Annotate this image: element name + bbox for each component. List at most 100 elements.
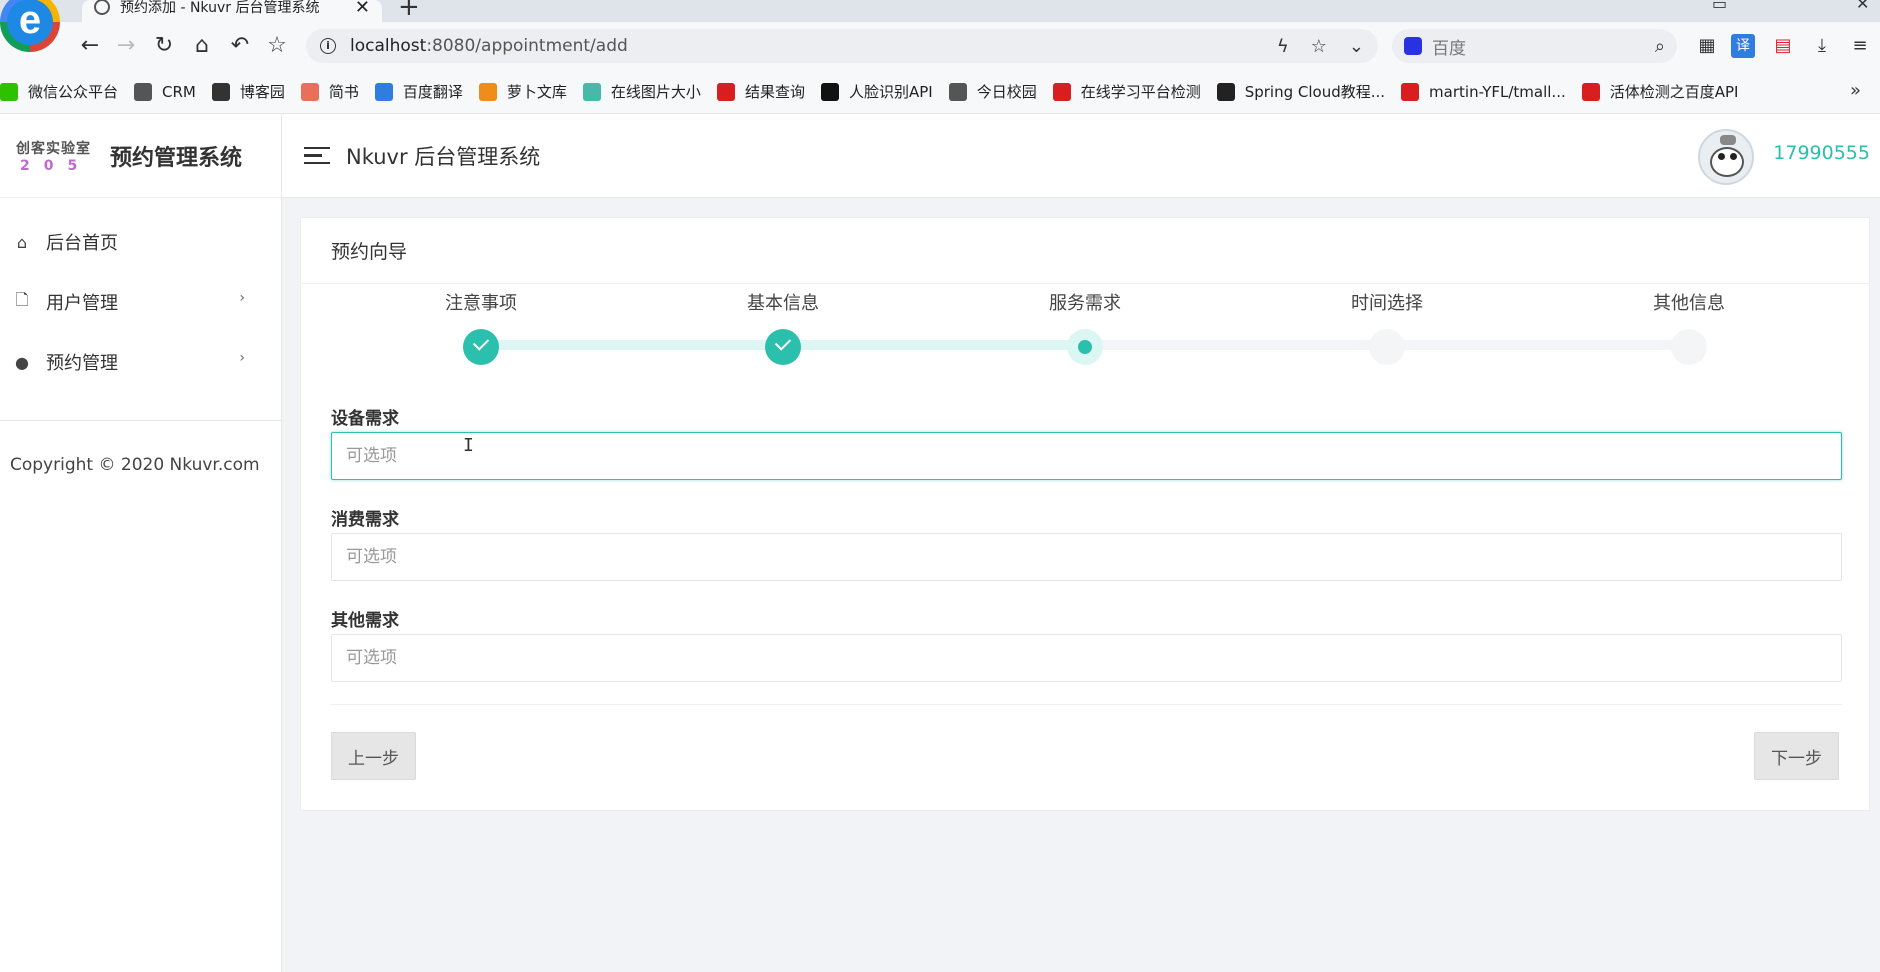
bookmark-favicon-icon	[948, 82, 967, 101]
info-icon[interactable]: i	[320, 38, 336, 54]
url-text[interactable]: localhost:8080/appointment/add	[350, 36, 1255, 56]
bookmark-item[interactable]: Spring Cloud教程...	[1216, 81, 1385, 102]
bookmark-favicon-icon	[716, 82, 735, 101]
step-dot-icon	[1067, 329, 1103, 365]
service-form: 设备需求 消费需求 其他需求	[331, 404, 1842, 707]
avatar[interactable]	[1698, 129, 1754, 185]
pdf-icon[interactable]: ▤	[1771, 34, 1795, 58]
bookmark-favicon-icon	[134, 82, 153, 101]
menu-icon[interactable]: ≡	[1848, 34, 1872, 58]
search-icon[interactable]: ⌕	[1655, 36, 1665, 57]
file-icon: 🗋	[15, 289, 29, 309]
lightning-icon[interactable]: ϟ	[1277, 36, 1289, 57]
bookmark-item[interactable]: 在线图片大小	[582, 81, 701, 102]
star-icon[interactable]: ☆	[263, 32, 291, 60]
equipment-input[interactable]	[331, 432, 1842, 480]
chevron-down-icon[interactable]: ⌄	[1349, 36, 1364, 57]
wizard-step: 基本信息	[703, 284, 863, 365]
download-icon[interactable]: ⤓	[1810, 34, 1834, 58]
step-label: 服务需求	[1049, 293, 1121, 314]
bookmark-favicon-icon	[820, 82, 839, 101]
wizard-step: 注意事项	[401, 284, 561, 365]
bookmark-item[interactable]: 萝卜文库	[478, 81, 567, 102]
undo-icon[interactable]: ↶	[226, 32, 254, 60]
brand-title: 预约管理系统	[110, 145, 243, 171]
bookmark-item[interactable]: martin-YFL/tmall...	[1401, 82, 1566, 101]
bookmark-favicon-icon	[211, 82, 230, 101]
sidebar-item-label: 后台首页	[46, 233, 118, 254]
sidebar-item-home[interactable]: ⌂ 后台首页	[0, 212, 281, 272]
chevron-right-icon: ›	[239, 290, 245, 306]
bookmark-item[interactable]: 今日校园	[948, 81, 1037, 102]
step-check-icon	[463, 329, 499, 365]
copyright: Copyright © 2020 Nkuvr.com	[10, 455, 260, 475]
bookmark-label: 在线图片大小	[610, 83, 701, 101]
bookmark-item[interactable]: 简书	[300, 81, 359, 102]
bookmark-star-icon[interactable]: ☆	[1311, 36, 1327, 57]
other-input[interactable]	[331, 634, 1842, 682]
bookmark-item[interactable]: 微信公众平台	[0, 81, 118, 102]
home-icon[interactable]: ⌂	[188, 32, 216, 60]
window-restore-icon[interactable]: ▭	[1712, 0, 1727, 13]
consumption-input[interactable]	[331, 533, 1842, 581]
browser-tab-strip: e 预约添加 - Nkuvr 后台管理系统 ✕ + ▭ ✕	[0, 0, 1880, 52]
address-bar[interactable]: i localhost:8080/appointment/add ϟ ☆ ⌄	[306, 29, 1378, 63]
forward-icon[interactable]: →	[112, 32, 140, 60]
bookmark-label: CRM	[162, 82, 196, 101]
bookmark-item[interactable]: 人脸识别API	[820, 81, 933, 102]
bookmark-label: 在线学习平台检测	[1080, 83, 1201, 101]
back-icon[interactable]: ←	[76, 32, 104, 60]
field-label-other: 其他需求	[331, 611, 399, 631]
bookmark-favicon-icon	[1401, 82, 1420, 101]
username-link[interactable]: 17990555	[1773, 142, 1870, 164]
new-tab-button[interactable]: +	[398, 0, 420, 22]
app-root: 创客实验室 205 预约管理系统 ⌂ 后台首页 🗋 用户管理 › ● 预约管理 …	[0, 114, 1880, 972]
browser-toolbar: ← → ↻ ⌂ ↶ ☆ i localhost:8080/appointment…	[0, 22, 1880, 70]
step-label: 注意事项	[445, 293, 517, 314]
sidebar-item-users[interactable]: 🗋 用户管理 ›	[0, 272, 281, 332]
top-navbar: Nkuvr 后台管理系统 17990555	[282, 114, 1880, 198]
browser-tab[interactable]: 预约添加 - Nkuvr 后台管理系统 ✕	[82, 0, 382, 22]
search-box[interactable]: 百度 ⌕	[1392, 29, 1677, 63]
bookmark-label: 萝卜文库	[506, 83, 567, 101]
sidebar-brand[interactable]: 创客实验室 205 预约管理系统	[0, 114, 281, 198]
bookmark-favicon-icon	[478, 82, 497, 101]
bookmark-item[interactable]: CRM	[134, 82, 196, 101]
bookmark-favicon-icon	[300, 82, 319, 101]
form-divider	[331, 704, 1842, 705]
bookmark-favicon-icon	[0, 82, 18, 101]
logo-text: 创客实验室	[16, 140, 91, 157]
bookmark-label: 活体检测之百度API	[1609, 83, 1739, 101]
previous-step-button[interactable]: 上一步	[331, 732, 416, 780]
search-placeholder: 百度	[1432, 38, 1466, 59]
sidebar-item-appointments[interactable]: ● 预约管理 ›	[0, 332, 281, 392]
palette-icon: ●	[15, 352, 29, 372]
bookmarks-overflow-icon[interactable]: »	[1850, 80, 1864, 101]
bookmark-item[interactable]: 博客园	[211, 81, 285, 102]
bookmark-label: 百度翻译	[402, 83, 463, 101]
hamburger-menu-icon[interactable]	[304, 142, 330, 170]
bookmark-label: 今日校园	[976, 83, 1037, 101]
home-icon: ⌂	[16, 232, 28, 252]
qr-code-icon[interactable]: ▦	[1695, 34, 1719, 58]
tab-title: 预约添加 - Nkuvr 后台管理系统	[120, 0, 320, 16]
tab-close-icon[interactable]: ✕	[355, 0, 370, 18]
bookmark-item[interactable]: 结果查询	[716, 81, 805, 102]
bookmarks-bar: 微信公众平台 CRM 博客园 简书 百度翻译 萝卜文库 在线图片大小 结果查询 人脸识别API 今…	[0, 70, 1880, 114]
bookmark-favicon-icon	[582, 82, 601, 101]
next-step-button[interactable]: 下一步	[1754, 732, 1839, 780]
bookmark-item[interactable]: 活体检测之百度API	[1581, 81, 1739, 102]
step-label: 其他信息	[1653, 293, 1725, 314]
bookmark-label: 人脸识别API	[848, 83, 933, 101]
baidu-icon	[1404, 37, 1422, 55]
window-close-icon[interactable]: ✕	[1856, 0, 1869, 13]
reload-icon[interactable]: ↻	[150, 32, 178, 60]
card-title: 预约向导	[301, 218, 1869, 284]
bookmark-item[interactable]: 在线学习平台检测	[1052, 81, 1201, 102]
navbar-title: Nkuvr 后台管理系统	[346, 144, 541, 169]
globe-icon	[94, 0, 110, 15]
translate-icon[interactable]: 译	[1731, 34, 1755, 58]
field-label-consumption: 消费需求	[331, 510, 399, 530]
bookmark-item[interactable]: 百度翻译	[374, 81, 463, 102]
logo-number: 205	[20, 157, 92, 174]
